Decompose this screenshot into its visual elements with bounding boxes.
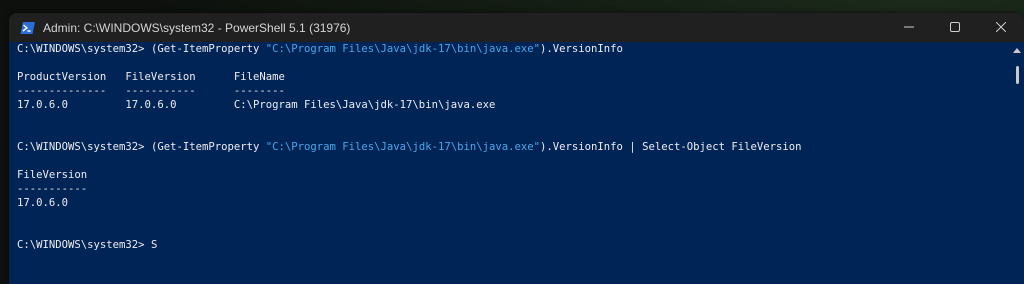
- prompt: C:\WINDOWS\system32>: [17, 239, 151, 251]
- powershell-window: Admin: C:\WINDOWS\system32 - PowerShell …: [9, 13, 1024, 284]
- table-divider: -------------- ----------- --------: [17, 85, 285, 97]
- vertical-scrollbar[interactable]: [1010, 42, 1024, 284]
- scroll-up-arrow-icon[interactable]: [1013, 48, 1021, 53]
- scrollbar-thumb[interactable]: [1016, 66, 1019, 84]
- window-title: Admin: C:\WINDOWS\system32 - PowerShell …: [43, 20, 351, 35]
- console-output[interactable]: C:\WINDOWS\system32> (Get-ItemProperty "…: [9, 42, 1004, 284]
- maximize-button[interactable]: [932, 13, 978, 42]
- command-text: (Get-ItemProperty: [150, 141, 266, 153]
- string-literal: "C:\Program Files\Java\jdk-17\bin\java.e…: [265, 43, 541, 55]
- title-bar[interactable]: Admin: C:\WINDOWS\system32 - PowerShell …: [9, 13, 1024, 42]
- caption-buttons: [886, 13, 1024, 42]
- command-text: (Get-ItemProperty: [150, 43, 266, 55]
- prompt: C:\WINDOWS\system32>: [17, 43, 151, 55]
- command-line-2: C:\WINDOWS\system32> (Get-ItemProperty "…: [17, 140, 802, 154]
- prompt: C:\WINDOWS\system32>: [17, 141, 151, 153]
- table-header: ProductVersion FileVersion FileName: [17, 71, 285, 83]
- command-line-1: C:\WINDOWS\system32> (Get-ItemProperty "…: [17, 42, 623, 56]
- string-literal: "C:\Program Files\Java\jdk-17\bin\java.e…: [265, 141, 541, 153]
- minimize-button[interactable]: [886, 13, 932, 42]
- minimize-icon: [904, 19, 914, 37]
- close-icon: [995, 19, 1007, 37]
- desktop-background: Admin: C:\WINDOWS\system32 - PowerShell …: [0, 0, 1024, 284]
- command-text: ).VersionInfo | Select-Object FileVersio…: [540, 141, 802, 153]
- table-divider: -----------: [17, 183, 88, 195]
- command-text: ).VersionInfo: [540, 43, 623, 55]
- table-row: 17.0.6.0: [17, 197, 69, 209]
- command-line-3[interactable]: C:\WINDOWS\system32> S: [17, 238, 157, 252]
- command-input[interactable]: S: [151, 239, 157, 251]
- powershell-icon: [20, 21, 36, 35]
- table-header: FileVersion: [17, 169, 88, 181]
- table-row: 17.0.6.0 17.0.6.0 C:\Program Files\Java\…: [17, 99, 496, 111]
- close-button[interactable]: [978, 13, 1024, 42]
- maximize-icon: [950, 19, 960, 37]
